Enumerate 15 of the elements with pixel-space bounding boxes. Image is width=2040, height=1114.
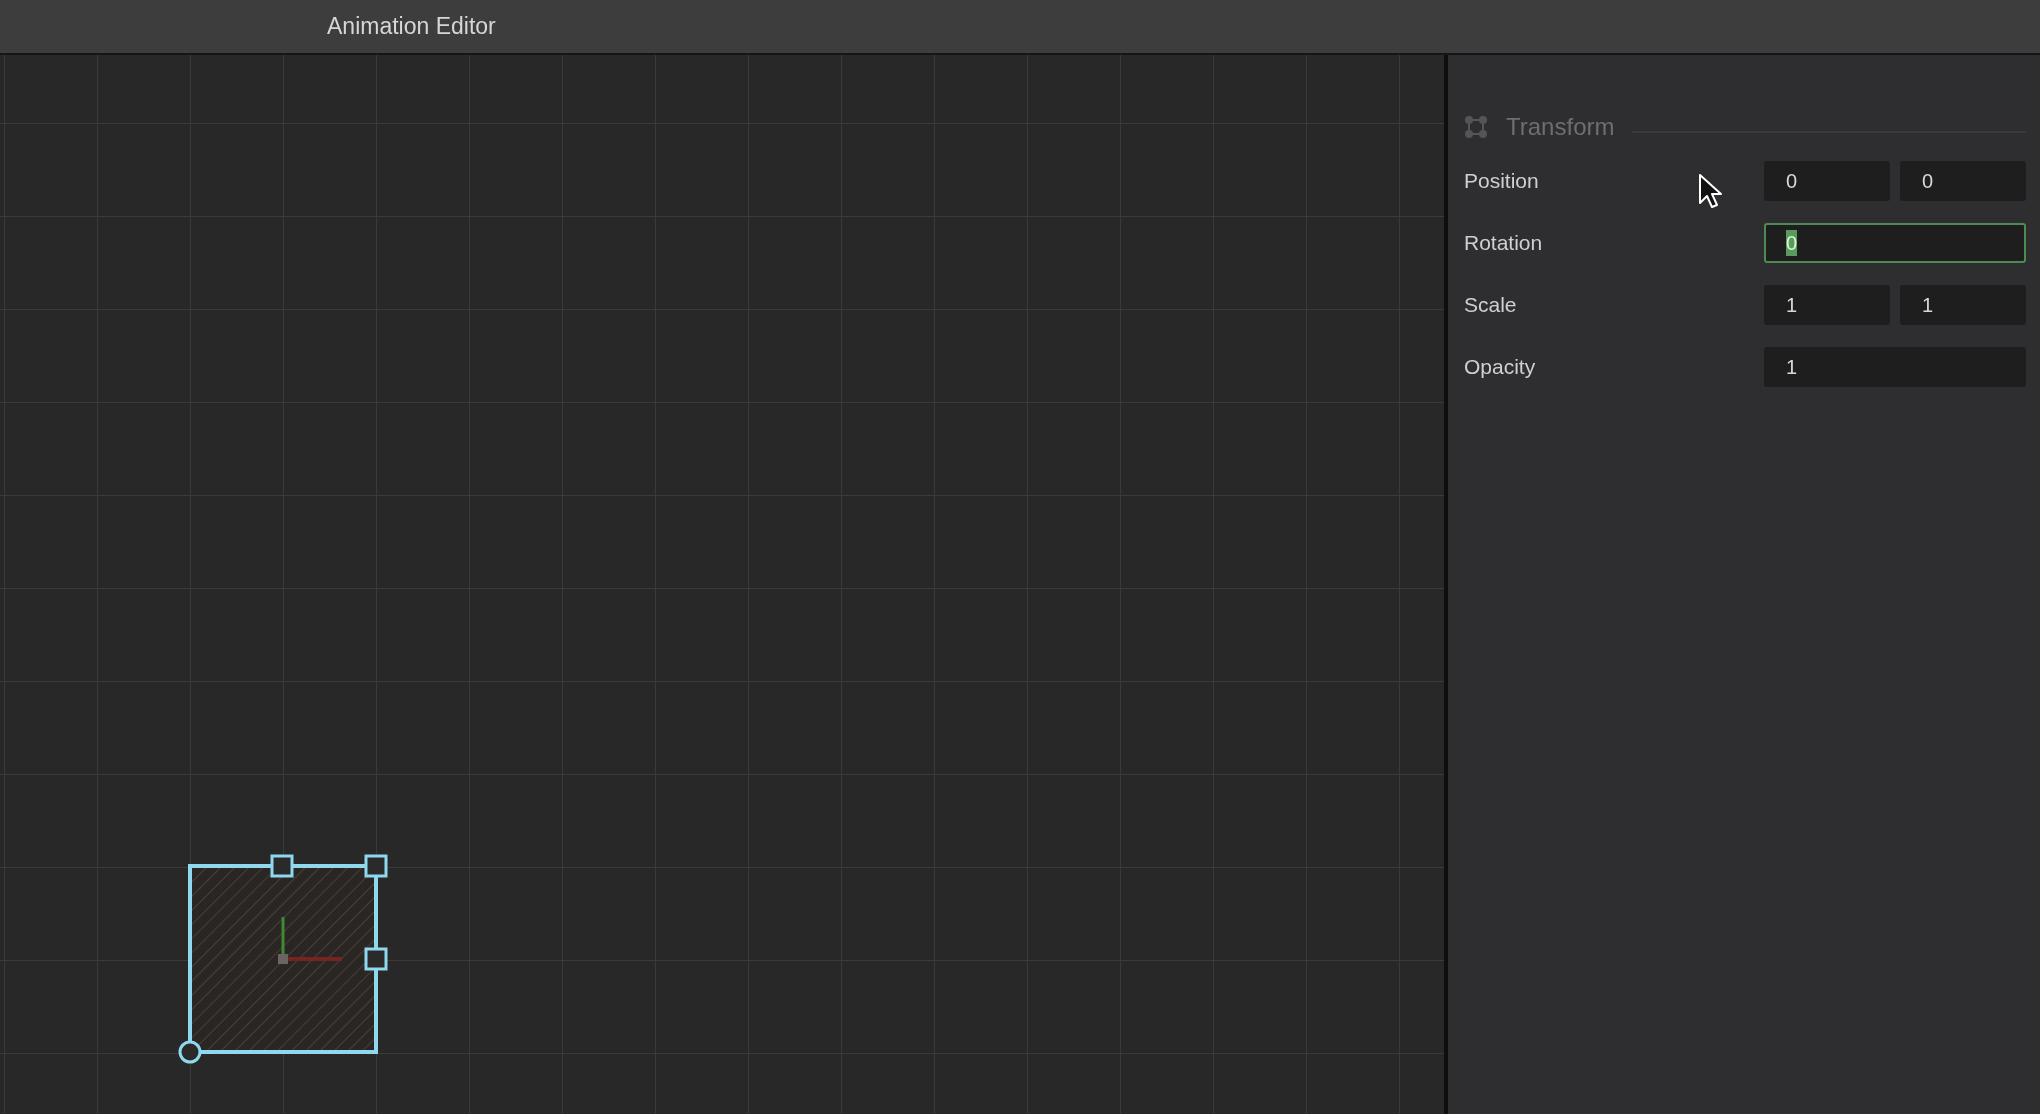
property-label: Rotation [1464,231,1543,255]
property-label: Position [1464,169,1539,193]
mouse-pointer-icon [1698,173,1724,209]
property-label: Scale [1464,293,1517,317]
axis-gizmo-icon[interactable] [278,917,342,964]
window-title: Animation Editor [327,12,496,42]
property-label: Opacity [1464,355,1536,379]
transform-icon [1464,115,1488,139]
input-field[interactable]: 1 [1764,347,2026,387]
section-title: Transform [1506,112,1615,142]
input-field[interactable]: 0 [1764,161,1890,201]
input-field[interactable]: 1 [1764,285,1890,325]
input-field[interactable]: 1 [1900,285,2026,325]
input-field[interactable]: 0 [1900,161,2026,201]
selected-shape[interactable] [178,854,388,1064]
